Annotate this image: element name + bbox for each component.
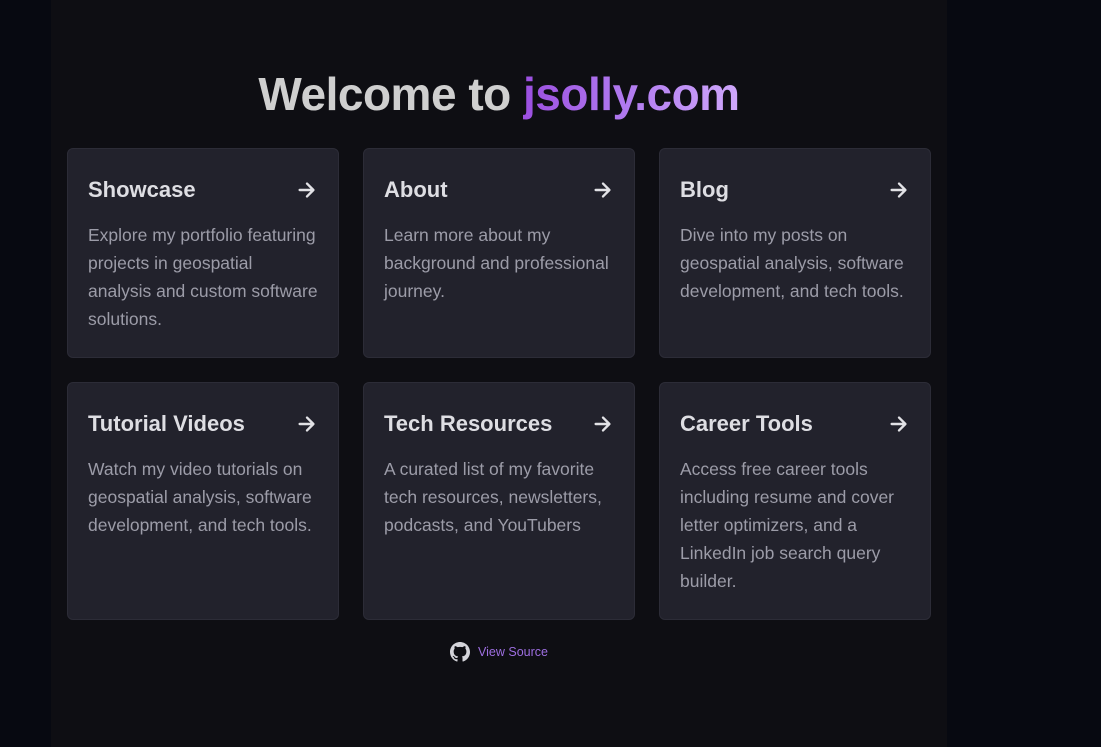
arrow-right-icon [594,182,611,198]
page-title: Welcome to jsolly.com [51,66,947,122]
card-header: Showcase [88,175,318,205]
card-career-tools[interactable]: Career Tools Access free career tools in… [659,382,931,620]
card-title: Showcase [88,177,196,202]
card-title: Career Tools [680,411,813,436]
github-icon[interactable] [450,642,471,662]
footer: View Source [51,642,947,662]
card-tutorial-videos[interactable]: Tutorial Videos Watch my video tutorials… [67,382,339,620]
card-header: Tech Resources [384,409,614,439]
card-description: A curated list of my favorite tech resou… [384,459,602,535]
main-panel: Welcome to jsolly.com Showcase Explore m… [51,0,947,747]
card-title: About [384,177,448,202]
card-header: Tutorial Videos [88,409,318,439]
card-description: Access free career tools including resum… [680,459,895,591]
title-prefix: Welcome to [258,68,524,120]
card-description: Learn more about my background and profe… [384,225,609,301]
card-title: Tech Resources [384,411,553,436]
view-source-link[interactable]: View Source [478,645,548,659]
arrow-right-icon [890,182,907,198]
card-description: Watch my video tutorials on geospatial a… [88,459,312,535]
card-description: Explore my portfolio featuring projects … [88,225,318,329]
card-about[interactable]: About Learn more about my background and… [363,148,635,358]
card-description: Dive into my posts on geospatial analysi… [680,225,904,301]
arrow-right-icon [298,182,315,198]
card-title: Blog [680,177,729,202]
arrow-right-icon [594,416,611,432]
card-header: Blog [680,175,910,205]
card-header: Career Tools [680,409,910,439]
card-blog[interactable]: Blog Dive into my posts on geospatial an… [659,148,931,358]
card-title: Tutorial Videos [88,411,245,436]
card-tech-resources[interactable]: Tech Resources A curated list of my favo… [363,382,635,620]
brand-name: jsolly.com [523,68,740,120]
card-header: About [384,175,614,205]
card-showcase[interactable]: Showcase Explore my portfolio featuring … [67,148,339,358]
nav-card-grid: Showcase Explore my portfolio featuring … [67,148,931,620]
arrow-right-icon [890,416,907,432]
arrow-right-icon [298,416,315,432]
